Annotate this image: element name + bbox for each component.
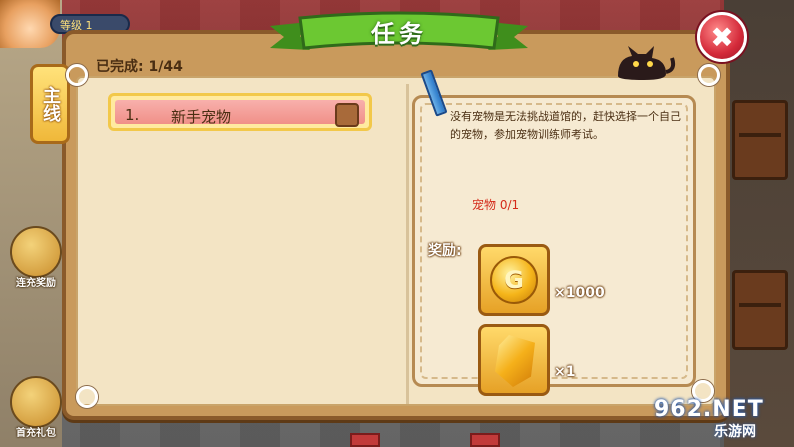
quest-status-checkbox [335,103,359,127]
watermark-main: 962.NET [654,397,764,422]
reward-item-gem[interactable] [478,324,550,396]
quest-number: 1. [125,106,140,124]
black-cat-icon [618,46,676,80]
reward-quantity: ×1 [554,364,576,380]
treasure-pile-icon[interactable] [10,226,62,278]
bookshelf-decoration [732,270,788,350]
reward-quantity: ×1000 [554,285,605,301]
paper-clip-icon [66,64,88,86]
gold-coin-icon: G [490,256,538,304]
bookshelf-decoration [732,100,788,180]
quest-list-item[interactable]: 1. 新手宠物 [108,93,372,131]
completed-count: 已完成: 1/44 [96,59,183,75]
quest-name: 新手宠物 [171,108,232,126]
quest-progress: 宠物 0/1 [472,198,520,212]
watermark-sub: 乐游网 [714,424,756,440]
close-icon: ✖ [710,20,734,54]
topaz-gem-icon [495,335,535,387]
bottom-tab-marker [470,433,500,447]
side-button-label: 连充奖励 [16,278,56,289]
reward-item-gold[interactable]: G [478,244,550,316]
dialog-title: 任务 [371,20,427,48]
paper-clip-icon [76,386,98,408]
side-button-label: 首充礼包 [16,428,56,439]
reward-label: 奖励: [428,243,462,259]
gift-pack-icon[interactable] [10,376,62,428]
right-scene-strip [724,0,794,447]
quest-description: 没有宠物是无法挑战道馆的，赶快选择一个自己的宠物，参加宠物训练师考试。 [450,110,681,141]
title-ribbon: 任务 [270,4,528,60]
bottom-tab-marker [350,433,380,447]
quest-row-highlight: 1. 新手宠物 [115,100,365,127]
close-button[interactable]: ✖ [697,12,747,62]
paper-clip-icon [698,64,720,86]
panel-divider [406,84,409,404]
site-watermark: 962.NET 乐游网 [654,397,790,443]
tab-main-quest[interactable]: 主线 [30,64,70,144]
